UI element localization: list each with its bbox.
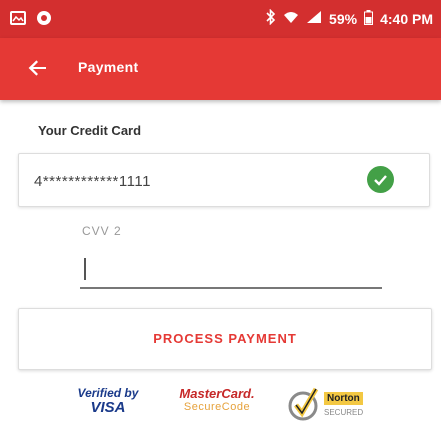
check-circle-icon — [367, 166, 394, 193]
battery-percent: 59% — [329, 10, 358, 27]
arrow-back-icon — [28, 60, 46, 76]
security-badges: Verified by VISA MasterCard. SecureCode … — [0, 380, 441, 434]
cvv-input[interactable] — [80, 251, 382, 289]
bluetooth-icon — [266, 8, 276, 28]
process-payment-button[interactable]: PROCESS PAYMENT — [18, 308, 432, 370]
battery-icon — [364, 9, 374, 28]
app-notification-icon — [36, 10, 52, 31]
visa-line1: Verified by — [77, 386, 139, 400]
mastercard-line1: MasterCard. — [179, 386, 255, 401]
visa-line2: VISA — [90, 399, 126, 416]
section-title: Your Credit Card — [38, 123, 142, 138]
status-time: 4:40 PM — [380, 10, 433, 27]
mastercard-securecode-logo: MasterCard. SecureCode — [158, 386, 276, 426]
norton-label: Norton — [324, 392, 363, 405]
norton-sub: SECURED — [324, 408, 364, 417]
back-button[interactable] — [24, 54, 52, 82]
status-bar: 59% 4:40 PM — [0, 0, 441, 38]
app-toolbar: Payment — [0, 38, 441, 100]
text-cursor — [84, 258, 86, 280]
signal-icon — [306, 10, 322, 27]
norton-secured-logo: Norton SECURED — [288, 384, 378, 428]
wifi-icon — [283, 10, 299, 27]
verified-by-visa-logo: Verified by VISA — [76, 386, 140, 426]
cvv-label: CVV 2 — [82, 224, 122, 238]
norton-check-icon — [288, 384, 320, 429]
toolbar-title: Payment — [78, 59, 139, 75]
card-number-value: 4************1111 — [34, 173, 151, 190]
gallery-icon — [10, 11, 26, 30]
card-number-field[interactable]: 4************1111 — [18, 153, 430, 207]
mastercard-line2: SecureCode — [183, 401, 251, 413]
